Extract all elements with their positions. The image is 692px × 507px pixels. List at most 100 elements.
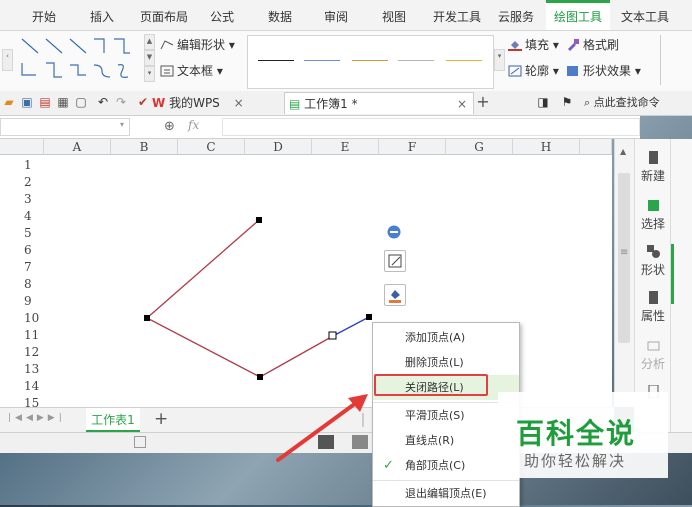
- shape-effects-button[interactable]: 形状效果 ▾: [566, 61, 641, 81]
- select-icon: [647, 200, 659, 211]
- line-gallery-more-icon[interactable]: ▾: [494, 49, 505, 71]
- save-icon[interactable]: ▣: [20, 95, 34, 109]
- watermark-title: 百科全说: [516, 417, 637, 450]
- quick-access-toolbar: ▰ ▣ ▤ ▦ ▢ ↶ ↷ ✔ W 我的WPS × ▤ 工作簿1 * × + ◨…: [0, 91, 692, 116]
- new-tab-icon[interactable]: +: [476, 94, 490, 110]
- properties-icon: [648, 291, 658, 304]
- taskpane-analysis[interactable]: 分析: [635, 339, 671, 372]
- menu-delete-vertex[interactable]: 删除顶点(L): [373, 350, 519, 375]
- vertex-handle[interactable]: [366, 314, 372, 320]
- fill-button[interactable]: 填充 ▾: [508, 35, 559, 55]
- outline-button[interactable]: 轮廓 ▾: [508, 61, 559, 81]
- line-style-black[interactable]: [258, 60, 294, 61]
- new-document-icon: [648, 151, 658, 164]
- segment-midpoint-handle[interactable]: [328, 331, 337, 340]
- shape-gallery[interactable]: [18, 35, 138, 87]
- menu-add-vertex[interactable]: 添加顶点(A): [373, 325, 519, 350]
- vertex-handle[interactable]: [144, 315, 150, 321]
- worksheet-grid[interactable]: A B C D E F G H 1 2 3 4 5 6 7 8 9 10 11 …: [0, 139, 612, 407]
- line-style-orange[interactable]: [352, 60, 388, 61]
- edit-shape-icon: [160, 37, 174, 50]
- tab-view[interactable]: 视图: [372, 0, 416, 30]
- gallery-up-icon[interactable]: ▲: [144, 34, 155, 50]
- watermark-subtitle: 助你轻松解决: [524, 452, 627, 470]
- gallery-scroll-left-icon[interactable]: ‹: [2, 49, 13, 71]
- menu-exit-edit-vertex[interactable]: 退出编辑顶点(E): [373, 481, 519, 506]
- highlight-box: [374, 374, 488, 396]
- vertical-scrollbar[interactable]: ▲ ≡: [614, 139, 635, 407]
- watermark: 百科全说 助你轻松解决: [498, 392, 668, 478]
- export-pdf-icon[interactable]: ▤: [38, 95, 52, 109]
- format-brush-icon: [566, 37, 580, 51]
- annotation-arrow: [276, 394, 368, 462]
- scrollbar-thumb[interactable]: [618, 173, 630, 343]
- name-box-dropdown-icon[interactable]: ▾: [120, 120, 124, 129]
- ribbon-body: ‹ ▲ ▼ ▾ 编辑形状 ▾ 文本框 ▾ ▾ 填充 ▾ 格式刷 轮廓 ▾ 形状效…: [0, 31, 692, 92]
- workbook-tab[interactable]: ▤ 工作簿1 * ×: [284, 92, 474, 114]
- wps-home-tab[interactable]: W 我的WPS ×: [152, 92, 244, 114]
- freeform-shape[interactable]: [0, 139, 612, 407]
- sheet-nav-arrows-icon[interactable]: |◀◀▶▶|: [8, 413, 66, 423]
- line-style-gray[interactable]: [398, 60, 434, 61]
- line-style-blue[interactable]: [304, 60, 340, 61]
- insert-function-button[interactable]: fx: [188, 118, 199, 132]
- edit-shape-button[interactable]: 编辑形状 ▾: [160, 35, 235, 55]
- shape-effects-icon: [566, 63, 580, 76]
- tab-insert[interactable]: 插入: [80, 0, 124, 30]
- tab-drawing-tools[interactable]: 绘图工具: [546, 0, 610, 30]
- close-workbook-tab-icon[interactable]: ×: [457, 93, 467, 115]
- redo-icon[interactable]: ↷: [114, 95, 128, 109]
- format-brush-button[interactable]: 格式刷: [566, 35, 619, 55]
- tab-formulas[interactable]: 公式: [200, 0, 244, 30]
- print-preview-icon[interactable]: ▢: [74, 95, 88, 109]
- undo-icon[interactable]: ↶: [96, 95, 110, 109]
- add-sheet-button[interactable]: +: [154, 409, 168, 429]
- gallery-more-icon[interactable]: ▾: [144, 66, 155, 82]
- line-style-yellow[interactable]: [446, 60, 482, 61]
- open-folder-icon[interactable]: ▰: [2, 95, 16, 109]
- macro-icon[interactable]: [134, 436, 146, 448]
- shapes-icon: [646, 245, 660, 258]
- vertex-handle[interactable]: [256, 217, 262, 223]
- tab-home[interactable]: 开始: [22, 0, 66, 30]
- taskpane-properties[interactable]: 属性: [635, 291, 671, 324]
- shape-fill-button[interactable]: [384, 284, 406, 306]
- collapse-tools-icon[interactable]: [387, 225, 401, 239]
- scroll-up-icon[interactable]: ▲: [620, 147, 626, 156]
- pane-toggle-handle[interactable]: [671, 244, 674, 304]
- tab-page-layout[interactable]: 页面布局: [134, 0, 194, 30]
- tab-developer[interactable]: 开发工具: [428, 0, 486, 30]
- text-box-button[interactable]: 文本框 ▾: [160, 61, 223, 81]
- close-wps-tab-icon[interactable]: ×: [234, 96, 244, 110]
- taskpane-shape[interactable]: 形状: [635, 245, 671, 278]
- shape-style-button[interactable]: [384, 250, 406, 272]
- fill-bucket-icon: [389, 290, 401, 303]
- sheet-tab[interactable]: 工作表1: [86, 408, 140, 432]
- tab-review[interactable]: 审阅: [314, 0, 358, 30]
- taskpane-new[interactable]: 新建: [635, 151, 671, 184]
- pane-edge: [670, 139, 692, 439]
- analysis-icon: [647, 341, 659, 351]
- taskpane-select[interactable]: 选择: [635, 199, 671, 232]
- formula-input[interactable]: [222, 118, 640, 136]
- command-search[interactable]: ⌕ 点此查找命令: [584, 92, 660, 114]
- formula-bar: ▾ ⊕ fx: [0, 116, 640, 139]
- line-style-gallery[interactable]: [247, 35, 494, 89]
- restore-icon[interactable]: ◨: [536, 95, 550, 109]
- fill-bucket-icon: [508, 37, 522, 51]
- gallery-down-icon[interactable]: ▼: [144, 50, 155, 66]
- flag-icon[interactable]: ⚑: [560, 95, 574, 109]
- tab-cloud-services[interactable]: 云服务: [492, 0, 540, 30]
- print-icon[interactable]: ▦: [56, 95, 70, 109]
- name-box[interactable]: [0, 118, 130, 136]
- tab-text-tools[interactable]: 文本工具: [614, 0, 676, 30]
- checkmark-icon: ✓: [383, 458, 394, 473]
- wps-logo-icon: W: [152, 96, 166, 110]
- zoom-formula-icon[interactable]: ⊕: [164, 119, 175, 134]
- scroll-grip-icon: ≡: [620, 247, 629, 258]
- ribbon-tab-bar: 开始 插入 页面布局 公式 数据 审阅 视图 开发工具 云服务 绘图工具 文本工…: [0, 0, 692, 31]
- tab-data[interactable]: 数据: [258, 0, 302, 30]
- spreadsheet-icon: ▤: [289, 97, 301, 111]
- vertex-handle[interactable]: [257, 374, 263, 380]
- customize-toolbar-icon[interactable]: ✔: [136, 95, 150, 109]
